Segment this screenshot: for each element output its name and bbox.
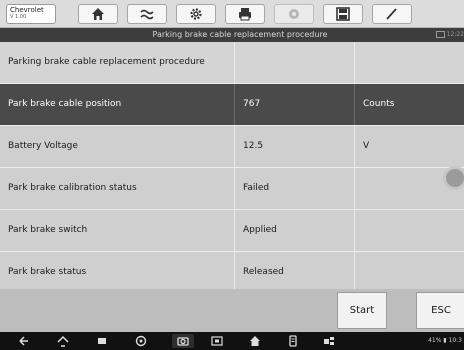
- home-button[interactable]: [78, 4, 118, 24]
- action-bar: Start ESC: [0, 289, 464, 332]
- row-name: Park brake status: [0, 252, 235, 293]
- home-icon: [92, 8, 104, 20]
- help-button[interactable]: [274, 4, 314, 24]
- top-toolbar: Chevrolet V 1.00: [0, 0, 464, 28]
- row-name: Battery Voltage: [0, 126, 235, 167]
- clock-time: 12:22: [446, 31, 464, 38]
- recent-apps-icon: [98, 338, 106, 344]
- dealer-button[interactable]: [322, 334, 336, 348]
- row-name: Park brake cable position: [0, 84, 235, 125]
- clock: 12:22: [435, 28, 464, 42]
- procedure-title-bar: Parking brake cable replacement procedur…: [0, 28, 464, 42]
- vci-button[interactable]: [286, 334, 300, 348]
- table-row[interactable]: Park brake cable position 767 Counts: [0, 84, 464, 126]
- camera-button[interactable]: [172, 334, 194, 348]
- save-button[interactable]: [323, 4, 363, 24]
- print-icon: [239, 8, 251, 21]
- software-version: V 1.00: [10, 14, 27, 20]
- row-value: Failed: [235, 168, 355, 209]
- battery-icon: [435, 31, 445, 38]
- start-button[interactable]: Start: [337, 292, 387, 329]
- row-value: Applied: [235, 210, 355, 251]
- camera-icon: [177, 337, 189, 346]
- settings-button[interactable]: [176, 4, 216, 24]
- floating-assist-button[interactable]: [443, 166, 464, 190]
- vehicle-info-badge[interactable]: Chevrolet V 1.00: [6, 4, 56, 24]
- table-row[interactable]: Park brake calibration status Failed: [0, 168, 464, 210]
- settings-gear-icon: [190, 8, 202, 20]
- back-icon: [19, 336, 28, 346]
- vehicle-swap-icon: [140, 9, 154, 20]
- home-icon: [57, 335, 69, 347]
- dealer-icon: [324, 337, 334, 345]
- row-unit: [355, 210, 464, 251]
- edit-pen-icon: [386, 8, 397, 20]
- row-value: 12.5: [235, 126, 355, 167]
- maxisys-home-button[interactable]: [248, 334, 262, 348]
- print-button[interactable]: [225, 4, 265, 24]
- row-name: Park brake calibration status: [0, 168, 235, 209]
- table-row[interactable]: Battery Voltage 12.5 V: [0, 126, 464, 168]
- system-status: 41% ▮ 10:3: [428, 337, 462, 344]
- browser-button[interactable]: [134, 334, 148, 348]
- table-header-blank-value: [235, 42, 355, 83]
- table-header-title: Parking brake cable replacement procedur…: [0, 42, 235, 83]
- screen-record-icon: [211, 336, 223, 346]
- browser-icon: [135, 335, 147, 347]
- vehicle-swap-button[interactable]: [127, 4, 167, 24]
- screen-record-button[interactable]: [210, 334, 224, 348]
- row-value: Released: [235, 252, 355, 293]
- edit-button[interactable]: [372, 4, 412, 24]
- maxisys-home-icon: [250, 336, 260, 346]
- row-value: 767: [235, 84, 355, 125]
- row-name: Park brake switch: [0, 210, 235, 251]
- recent-apps-button[interactable]: [95, 334, 109, 348]
- row-unit: [355, 252, 464, 293]
- system-nav-bar: 41% ▮ 10:3: [0, 332, 464, 350]
- back-button[interactable]: [17, 334, 31, 348]
- help-icon: [289, 9, 299, 19]
- vci-icon: [289, 335, 297, 347]
- android-home-button[interactable]: [56, 334, 70, 348]
- table-header-blank-unit: [355, 42, 464, 83]
- esc-button[interactable]: ESC: [416, 292, 464, 329]
- table-row[interactable]: Park brake switch Applied: [0, 210, 464, 252]
- row-unit: Counts: [363, 99, 395, 109]
- table-header-row: Parking brake cable replacement procedur…: [0, 42, 464, 84]
- save-icon: [336, 7, 350, 21]
- procedure-title: Parking brake cable replacement procedur…: [152, 30, 328, 39]
- table-row[interactable]: Park brake status Released: [0, 252, 464, 294]
- row-unit: V: [363, 141, 370, 151]
